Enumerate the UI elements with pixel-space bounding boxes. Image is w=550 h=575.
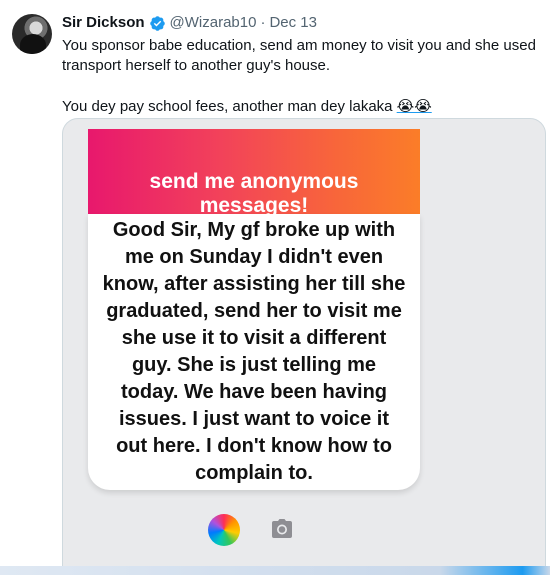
anonymous-card-title: send me anonymous messages! bbox=[149, 170, 359, 217]
separator-dot: · bbox=[260, 14, 266, 31]
anonymous-message-text: Good Sir, My gf broke up with me on Sund… bbox=[102, 219, 406, 484]
author-handle[interactable]: @Wizarab10 bbox=[170, 13, 257, 33]
author-name[interactable]: Sir Dickson bbox=[62, 13, 145, 33]
tweet-text: You sponsor babe education, send am mone… bbox=[62, 36, 546, 117]
tweet-text-line-2-words: You dey pay school fees, another man dey… bbox=[62, 98, 393, 115]
tweet-text-line-2: You dey pay school fees, another man dey… bbox=[62, 96, 546, 117]
verified-badge-icon bbox=[149, 15, 165, 31]
tweet-header: Sir Dickson @Wizarab10 · Dec 13 bbox=[62, 13, 317, 33]
tweet-date[interactable]: Dec 13 bbox=[269, 13, 317, 33]
camera-icon bbox=[272, 519, 292, 538]
tweet[interactable]: Sir Dickson @Wizarab10 · Dec 13 You spon… bbox=[0, 0, 550, 575]
tweet-text-line-1: You sponsor babe education, send am mone… bbox=[62, 37, 536, 74]
avatar[interactable] bbox=[12, 14, 52, 54]
anonymous-card-body: Good Sir, My gf broke up with me on Sund… bbox=[88, 214, 420, 490]
tweet-image[interactable]: send me anonymous messages! Good Sir, My… bbox=[62, 118, 546, 575]
color-wheel-icon bbox=[208, 514, 240, 546]
bottom-scrollbar bbox=[0, 566, 550, 575]
crying-emoji-icon[interactable]: 😭😭 bbox=[397, 97, 432, 115]
